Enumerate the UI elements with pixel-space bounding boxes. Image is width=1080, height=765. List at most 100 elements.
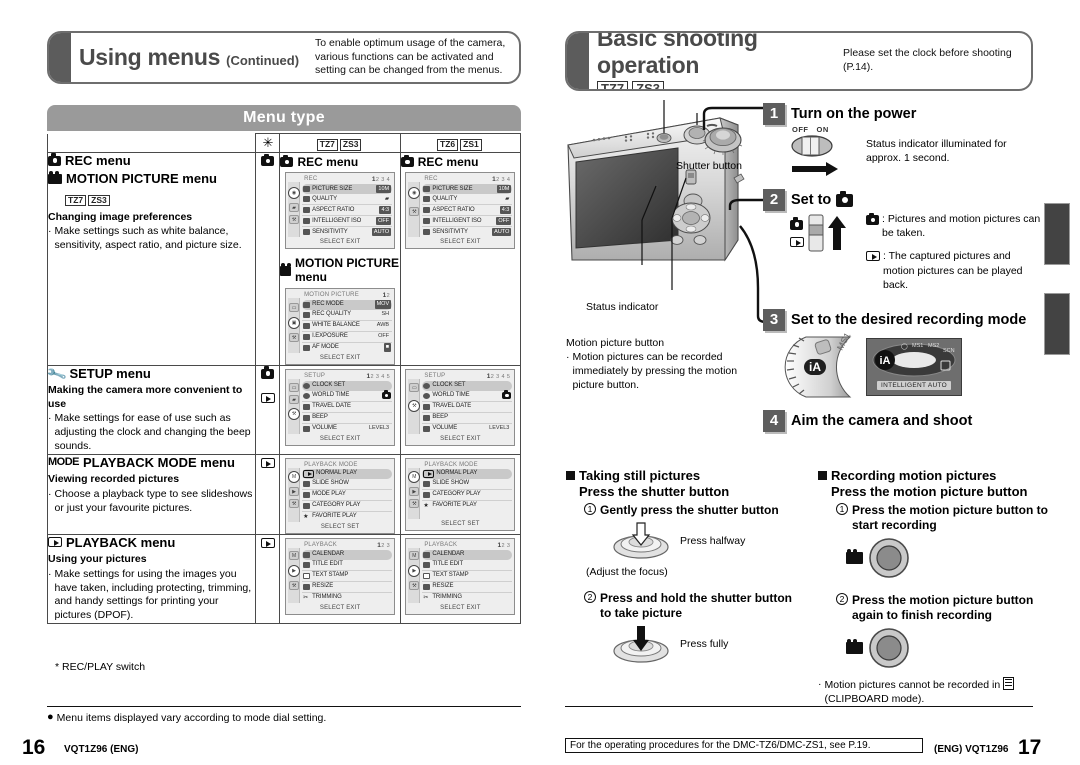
playback-mode-tz6-screens: M ▶ ⚒ PLAYBACK MODE NORMAL PLAY SLIDE SH…: [399, 453, 522, 535]
lcd-item[interactable]: TRAVEL DATE: [422, 402, 513, 413]
svg-text:MS1: MS1: [835, 333, 853, 352]
switch-slider-icon[interactable]: [808, 214, 824, 252]
motion-picture-button-icon[interactable]: [868, 627, 910, 669]
banner-tab: [567, 33, 589, 89]
lcd-item[interactable]: VOLUME LEVEL3: [422, 424, 512, 434]
power-switch-icon[interactable]: [790, 134, 850, 180]
lcd-mode-msl: ◯: [901, 343, 908, 350]
motion-note: · Motion pictures cannot be recorded in …: [818, 677, 1068, 706]
lcd-item[interactable]: ★ FAVORITE PLAY: [302, 512, 392, 522]
lcd-title: SETUP: [304, 372, 326, 379]
lcd-screen-playback-tz7: M ▶ ⚒ PLAYBACK 12 3 CALENDAR TITLE EDIT …: [285, 537, 396, 615]
lcd-item[interactable]: ★ FAVORITE PLAY: [422, 501, 512, 511]
page-title-suffix: (Continued): [226, 53, 300, 68]
step-2-badge: 2: [763, 189, 785, 211]
playback-menu-subtitle: Using your pictures: [48, 553, 147, 566]
lcd-item[interactable]: PICTURE SIZE 10M: [302, 184, 393, 194]
recplay-switch-illustration[interactable]: [790, 214, 846, 252]
still-item-1-text: Gently press the shutter button: [600, 503, 779, 517]
lcd-title: SETUP: [424, 372, 446, 379]
lcd-item[interactable]: ✂ TRIMMING: [422, 593, 512, 603]
lcd-item[interactable]: RESIZE: [422, 582, 513, 593]
lcd-item[interactable]: WORLD TIME: [302, 390, 393, 402]
mode-dial-closeup[interactable]: iA MS1: [780, 333, 866, 401]
table-footnote: * REC/PLAY switch: [55, 661, 146, 673]
lcd-item[interactable]: TRAVEL DATE: [302, 402, 393, 413]
motion-picture-title-text: MOTION PICTURE menu: [66, 170, 217, 186]
shutter-button-halfway-icon[interactable]: [610, 521, 672, 561]
lcd-item[interactable]: CATEGORY PLAY: [302, 501, 393, 512]
switch-column-header: ✳: [255, 133, 281, 153]
right-footer-rule: [565, 706, 1033, 707]
lcd-item[interactable]: BEEP: [302, 413, 393, 424]
lcd-item[interactable]: MODE PLAY: [302, 490, 393, 501]
lcd-item[interactable]: SLIDE SHOW: [302, 479, 393, 490]
step-2-line1: : Pictures and motion pictures can be ta…: [882, 213, 1041, 240]
lcd-item[interactable]: WHITE BALANCE AWB: [302, 321, 393, 332]
lcd-item[interactable]: SLIDE SHOW: [422, 479, 513, 490]
lcd-item[interactable]: I.EXPOSURE OFF: [302, 332, 393, 343]
lcd-item[interactable]: WORLD TIME: [422, 390, 513, 402]
mode-selection-screen: iA ◯ MS1 MS2 SCN INTELLIGENT AUTO: [866, 338, 962, 396]
lcd-tab-setup-icon: ⚒: [289, 498, 300, 508]
playback-mode-description: MODE PLAYBACK MODE menu Viewing recorded…: [46, 453, 257, 535]
lcd-item[interactable]: TITLE EDIT: [302, 560, 393, 571]
lcd-tab-setup-icon: ⚒: [409, 580, 420, 590]
lcd-item[interactable]: REC QUALITY SH: [302, 310, 393, 321]
lcd-item[interactable]: INTELLIGENT ISO OFF: [302, 216, 393, 227]
lcd-item[interactable]: QUALITY ▰: [302, 194, 393, 205]
lcd-item[interactable]: AF MODE ■: [302, 343, 392, 353]
edge-tab-1: [1044, 203, 1070, 265]
lcd-item[interactable]: RESIZE: [302, 582, 393, 593]
lcd-page-rest: 2 3: [501, 542, 511, 549]
lcd-item[interactable]: CLOCK SET: [422, 380, 513, 391]
shutter-fully-illustration: Press fully: [610, 624, 816, 664]
step-1: 1 Turn on the power: [763, 103, 916, 125]
lcd-tab-setup-icon: ⚒: [289, 332, 300, 342]
banner-tab: [49, 33, 71, 82]
lcd-tab-mode-icon: M: [288, 470, 301, 483]
playback-menu-body: · Make settings for using the images you …: [48, 568, 255, 624]
lcd-item[interactable]: CLOCK SET: [302, 380, 393, 391]
lcd-item[interactable]: CALENDAR: [302, 549, 393, 560]
lcd-item[interactable]: CALENDAR: [422, 549, 513, 560]
shutter-button-fully-icon[interactable]: [610, 624, 672, 664]
lcd-item[interactable]: TITLE EDIT: [422, 560, 513, 571]
play-icon: [303, 469, 315, 478]
lcd-item[interactable]: ASPECT RATIO 4:3: [422, 205, 513, 216]
lcd-item[interactable]: REC MODE MOV: [302, 299, 393, 310]
right-banner-note: Please set the clock before shooting (P.…: [843, 47, 1012, 73]
lcd-item[interactable]: TEXT STAMP: [422, 571, 513, 582]
lcd-item[interactable]: NORMAL PLAY: [422, 468, 513, 479]
lcd-item[interactable]: SENSITIVITY AUTO: [302, 227, 392, 237]
still-item-2-text: Press and hold the shutter button to tak…: [600, 591, 793, 621]
lcd-page-rest: 2 3 4 5: [370, 373, 391, 380]
lcd-item[interactable]: ✂ TRIMMING: [302, 593, 392, 603]
lcd-item[interactable]: SENSITIVITY AUTO: [422, 227, 512, 237]
motion-section-heading: Recording motion pictures: [818, 468, 1068, 483]
motion-picture-button-icon[interactable]: [868, 537, 910, 579]
setup-menu-subtitle: Making the camera more convenient to use: [48, 384, 243, 410]
table-header-row: ✳ TZ7 ZS3 TZ6 ZS1: [46, 133, 522, 153]
playback-mode-body-text: Choose a playback type to see slideshows…: [54, 487, 253, 514]
lcd-tab-mode-icon: M: [408, 470, 421, 483]
lcd-item[interactable]: QUALITY ▰: [422, 194, 513, 205]
lcd-item[interactable]: BEEP: [422, 413, 513, 424]
lcd-item[interactable]: VOLUME LEVEL3: [302, 424, 392, 434]
camera-icon: [866, 212, 879, 225]
step-3-badge: 3: [763, 309, 785, 331]
lcd-page-indicator: 12 3 4 5: [366, 373, 390, 380]
lcd-item[interactable]: TEXT STAMP: [302, 571, 393, 582]
lcd-item[interactable]: CATEGORY PLAY: [422, 490, 513, 501]
lcd-page-indicator: 12 3 4: [372, 176, 390, 183]
lcd-footer: SELECT SET: [320, 523, 360, 530]
lcd-ia-label: iA: [880, 355, 891, 367]
lcd-item[interactable]: ASPECT RATIO 4:3: [302, 205, 393, 216]
lcd-item[interactable]: PICTURE SIZE 10M: [422, 184, 513, 194]
lcd-item[interactable]: NORMAL PLAY: [302, 468, 393, 479]
step-number-circle: 1: [836, 503, 848, 515]
setup-menu-title-text: SETUP menu: [69, 365, 151, 381]
left-page-number: 16: [22, 736, 46, 759]
lcd-title-row: PLAYBACK MODE: [288, 461, 392, 469]
lcd-item[interactable]: INTELLIGENT ISO OFF: [422, 216, 513, 227]
